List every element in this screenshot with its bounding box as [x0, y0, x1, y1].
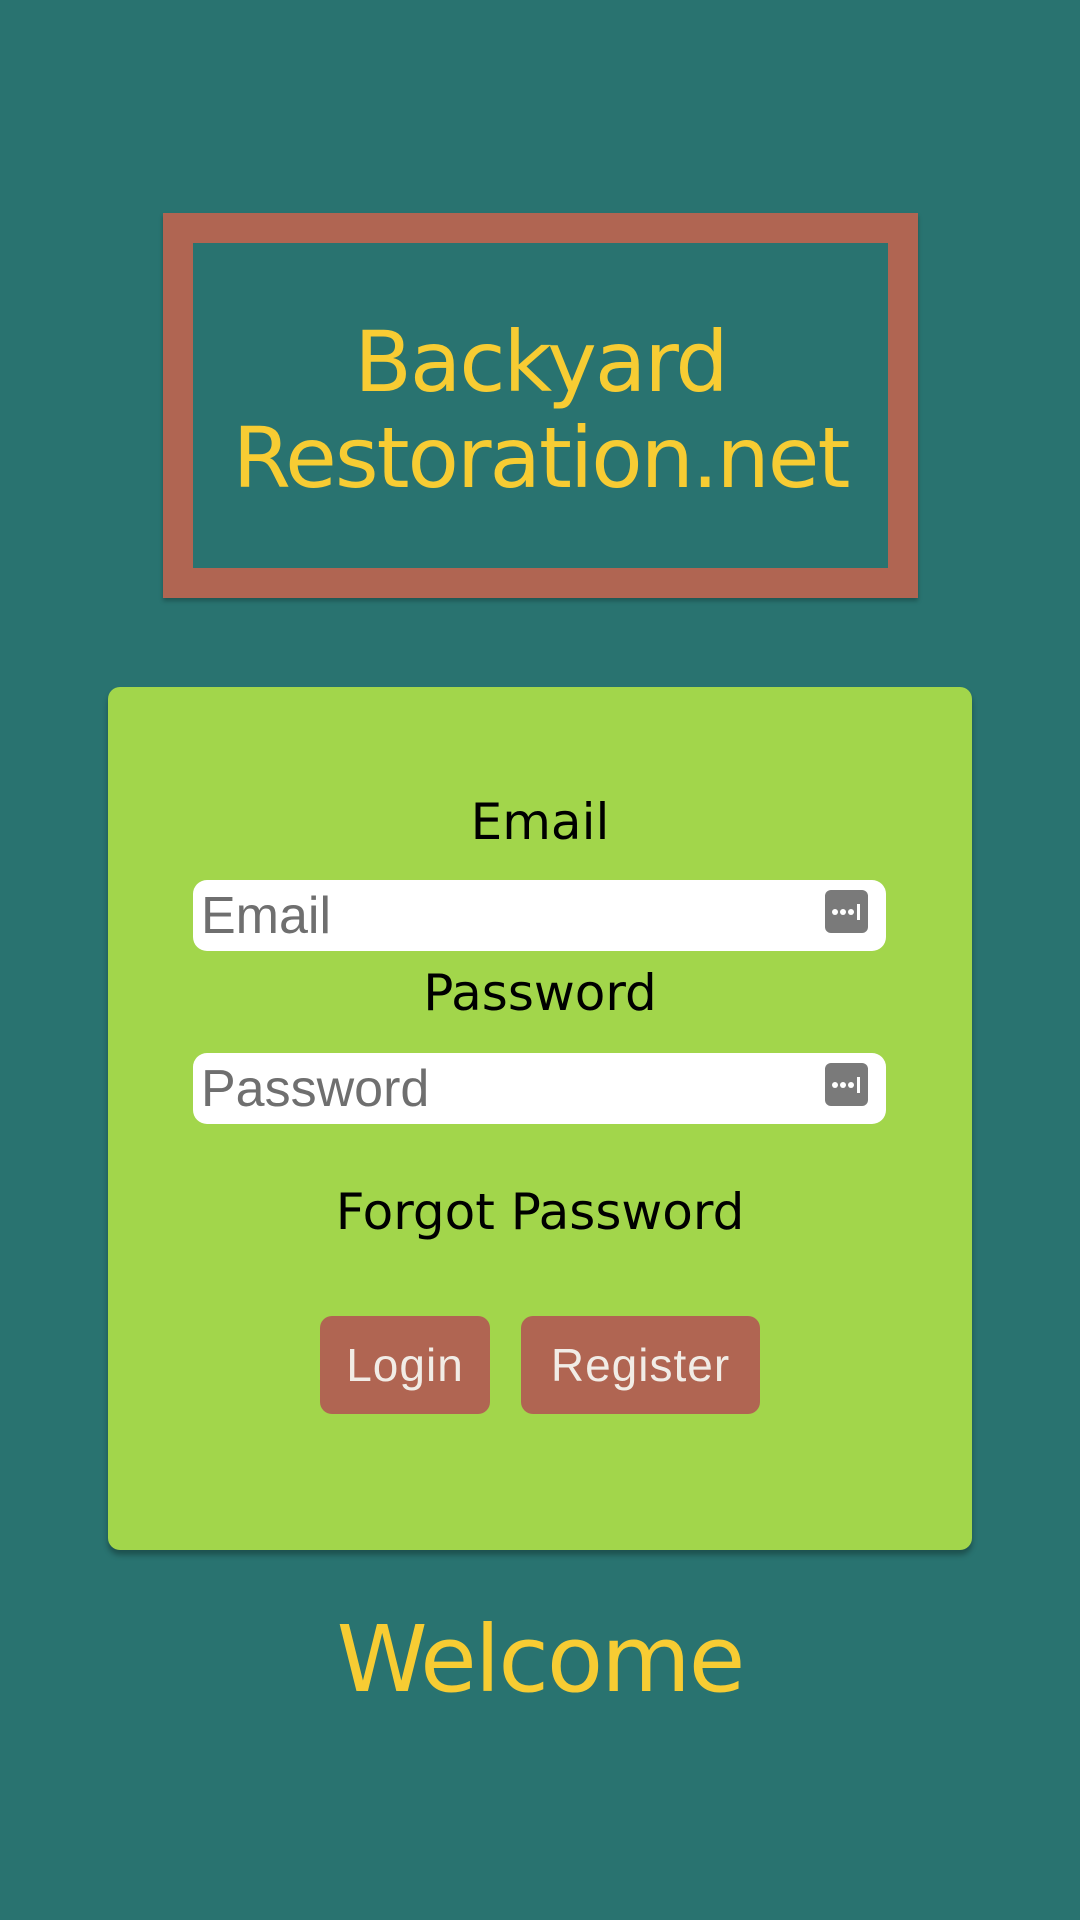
login-card: Email Password Forgot Password Login Reg… [108, 687, 972, 1550]
forgot-password-link[interactable]: Forgot Password [108, 1182, 972, 1242]
email-label: Email [470, 793, 610, 851]
welcome-heading: Welcome [336, 1606, 746, 1713]
password-input[interactable] [201, 1053, 801, 1124]
register-button[interactable]: Register [521, 1316, 760, 1414]
site-logo: Backyard Restoration.net [163, 213, 918, 598]
password-label: Password [423, 964, 657, 1022]
email-field-container [193, 880, 886, 951]
site-title-line-1: Backyard [354, 312, 728, 411]
password-field-container [193, 1053, 886, 1124]
email-input[interactable] [201, 880, 801, 951]
password-manager-icon[interactable] [825, 1063, 868, 1106]
site-title-line-2: Restoration.net [232, 408, 851, 507]
login-button[interactable]: Login [320, 1316, 490, 1414]
password-manager-icon[interactable] [825, 890, 868, 933]
site-title: Backyard Restoration.net [232, 312, 851, 507]
